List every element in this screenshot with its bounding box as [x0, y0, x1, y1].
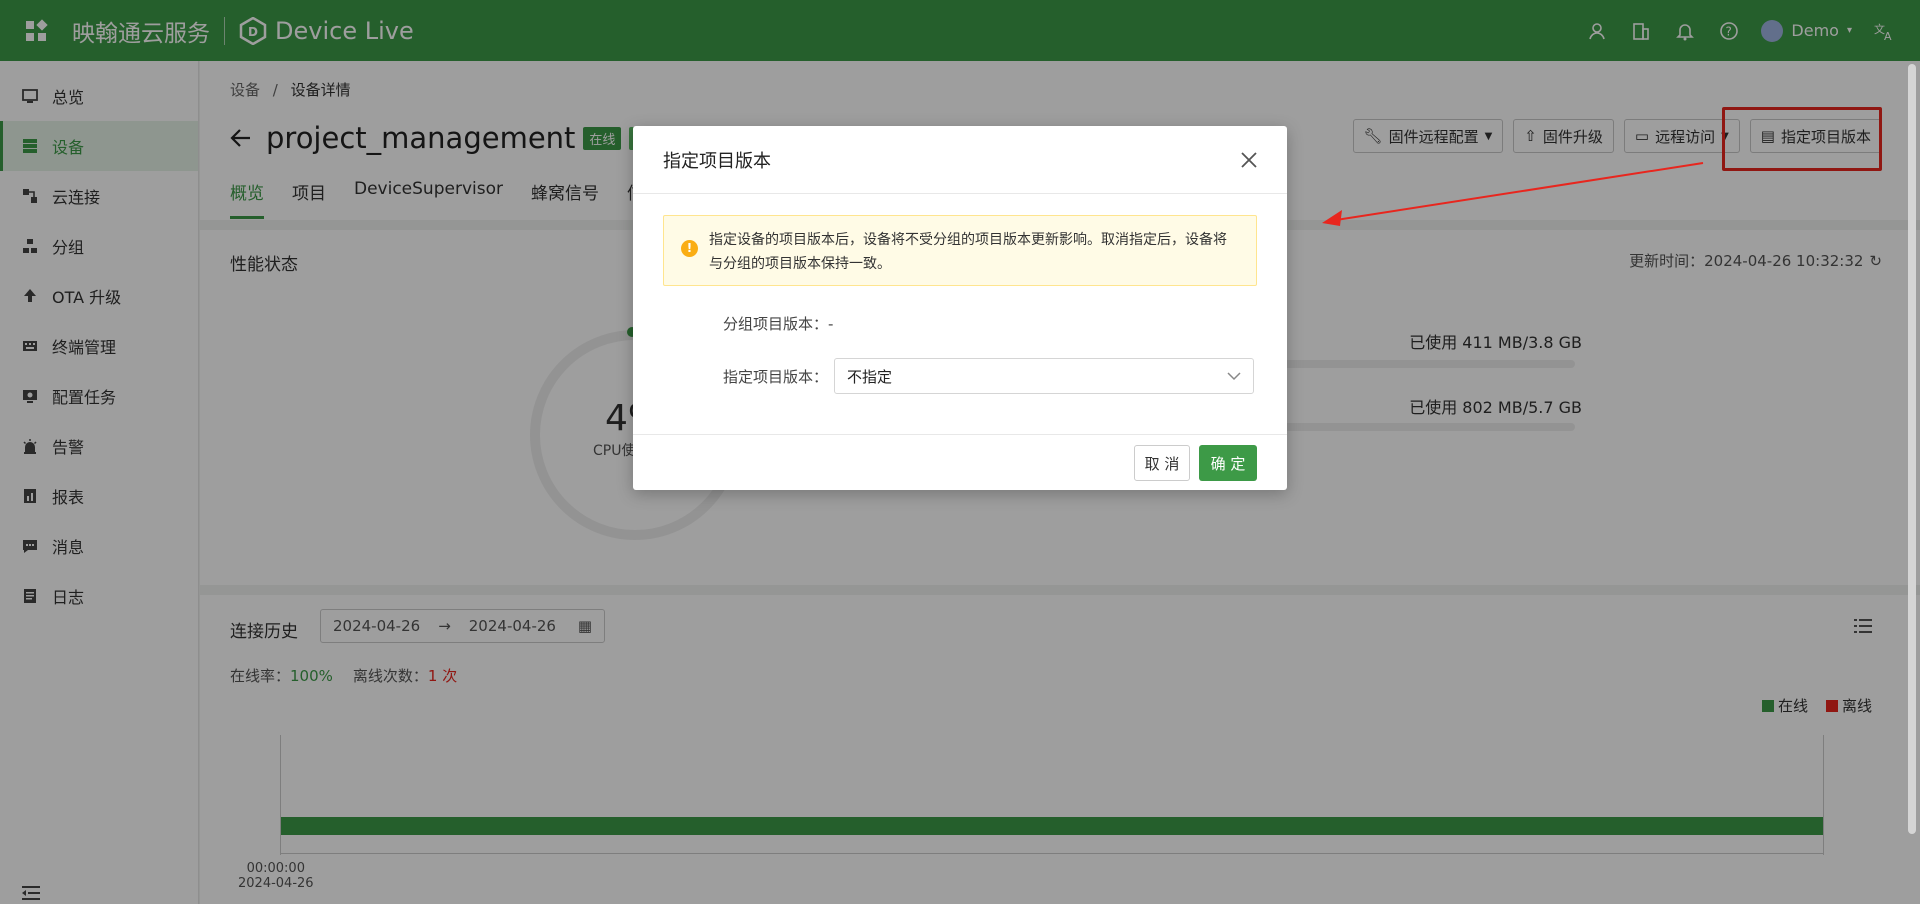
group-version-row: 分组项目版本：- — [723, 313, 833, 334]
warning-alert: ! 指定设备的项目版本后，设备将不受分组的项目版本更新影响。取消指定后，设备将与… — [663, 215, 1257, 286]
version-select-value: 不指定 — [847, 367, 893, 386]
dialog-header: 指定项目版本 — [633, 126, 1287, 194]
warning-icon: ! — [681, 240, 698, 257]
chevron-down-icon — [1227, 372, 1241, 381]
dialog-title: 指定项目版本 — [663, 150, 771, 172]
close-icon[interactable] — [1237, 148, 1261, 172]
confirm-button[interactable]: 确 定 — [1199, 445, 1257, 481]
assign-version-dialog: 指定项目版本 ! 指定设备的项目版本后，设备将不受分组的项目版本更新影响。取消指… — [633, 126, 1287, 490]
group-version-label: 分组项目版本： — [723, 315, 829, 333]
page-scrollbar[interactable] — [1908, 64, 1916, 834]
annotation-arrow — [1322, 162, 1704, 226]
dialog-footer: 取 消 确 定 — [633, 434, 1287, 490]
group-version-value: - — [828, 315, 834, 333]
assign-version-row: 指定项目版本： 不指定 — [723, 358, 1255, 394]
alert-text: 指定设备的项目版本后，设备将不受分组的项目版本更新影响。取消指定后，设备将与分组… — [709, 232, 1227, 272]
assign-version-label: 指定项目版本： — [723, 367, 829, 386]
cancel-button[interactable]: 取 消 — [1134, 445, 1190, 481]
version-select[interactable]: 不指定 — [834, 358, 1255, 394]
